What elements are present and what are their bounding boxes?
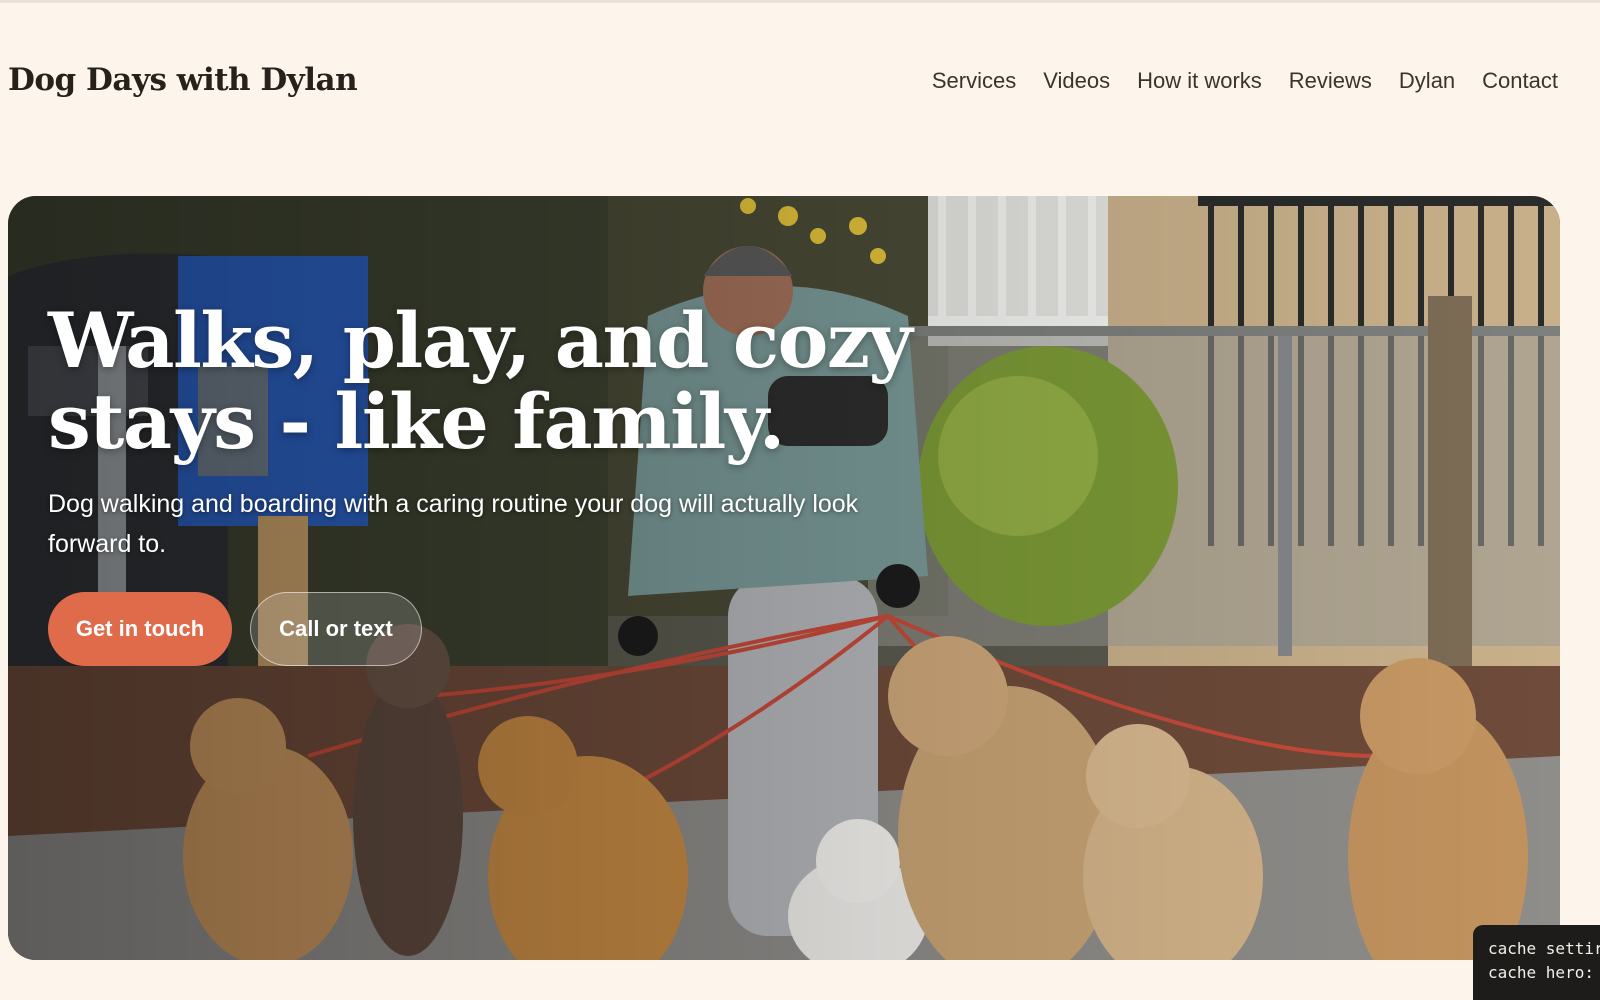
nav-reviews[interactable]: Reviews [1289, 68, 1372, 94]
hero-section: Walks, play, and cozy stays - like famil… [8, 196, 1560, 960]
hero-title-line-1: Walks, play, and cozy [48, 296, 913, 385]
nav-contact[interactable]: Contact [1482, 68, 1558, 94]
site-header: Dog Days with Dylan Services Videos How … [0, 0, 1600, 170]
nav-services[interactable]: Services [932, 68, 1016, 94]
call-or-text-button[interactable]: Call or text [250, 592, 422, 666]
site-logo-text[interactable]: Dog Days with Dylan [8, 62, 358, 98]
hero-subtitle: Dog walking and boarding with a caring r… [48, 490, 859, 558]
nav-videos[interactable]: Videos [1043, 68, 1110, 94]
hero-title-line-2: stays - like family. [48, 377, 785, 466]
hero-actions: Get in touch Call or text [48, 592, 948, 666]
hero-content: Walks, play, and cozy stays - like famil… [48, 300, 948, 666]
hero-title: Walks, play, and cozy stays - like famil… [48, 300, 948, 462]
nav-dylan[interactable]: Dylan [1399, 68, 1455, 94]
debug-line-1: cache settir [1488, 939, 1600, 958]
debug-overlay: cache settir cache hero: [1473, 925, 1600, 1000]
main-nav: Services Videos How it works Reviews Dyl… [932, 68, 1558, 94]
nav-how-it-works[interactable]: How it works [1137, 68, 1262, 94]
debug-line-2: cache hero: [1488, 963, 1600, 982]
get-in-touch-button[interactable]: Get in touch [48, 592, 232, 666]
